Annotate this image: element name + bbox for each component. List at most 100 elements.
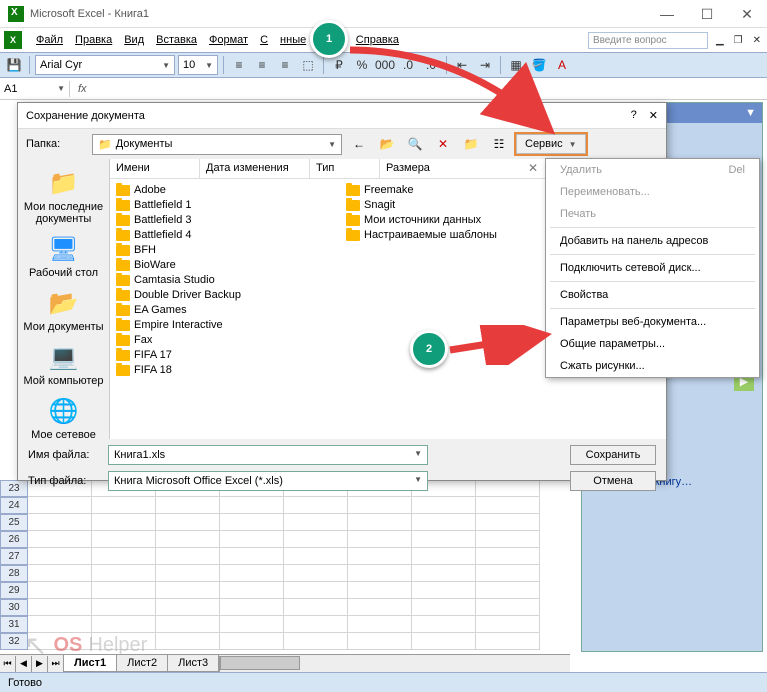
cell[interactable] xyxy=(92,582,156,599)
tab-prev-icon[interactable]: ◀ xyxy=(16,656,32,672)
dialog-help-button[interactable]: ? xyxy=(631,109,637,122)
cell[interactable] xyxy=(92,633,156,650)
place-item[interactable]: 🖥Рабочий стол xyxy=(29,233,98,279)
name-box[interactable]: A1 ▼ xyxy=(0,81,70,97)
cell[interactable] xyxy=(476,565,540,582)
cell[interactable] xyxy=(156,616,220,633)
cell[interactable] xyxy=(412,531,476,548)
menu-file[interactable]: Файл xyxy=(30,32,69,48)
file-item[interactable]: Snagit xyxy=(344,198,574,212)
file-item[interactable]: BioWare xyxy=(114,258,344,272)
header-name[interactable]: Имени xyxy=(110,159,200,178)
cell[interactable] xyxy=(220,514,284,531)
align-right-icon[interactable]: ≡ xyxy=(275,55,295,75)
maximize-button[interactable]: ☐ xyxy=(687,0,727,28)
file-item[interactable]: Adobe xyxy=(114,183,344,197)
file-item[interactable]: Battlefield 1 xyxy=(114,198,344,212)
align-center-icon[interactable]: ≡ xyxy=(252,55,272,75)
cell[interactable] xyxy=(476,633,540,650)
file-item[interactable]: Double Driver Backup xyxy=(114,288,344,302)
horizontal-scrollbar[interactable] xyxy=(219,656,570,672)
row-header[interactable]: 29 xyxy=(0,582,28,599)
cell[interactable] xyxy=(284,548,348,565)
row-header[interactable]: 28 xyxy=(0,565,28,582)
cell[interactable] xyxy=(412,548,476,565)
cell[interactable] xyxy=(156,531,220,548)
place-item[interactable]: 🌐Мое сетевое окружение xyxy=(22,395,105,439)
cell[interactable] xyxy=(348,599,412,616)
cell[interactable] xyxy=(28,616,92,633)
menu-net-drive[interactable]: Подключить сетевой диск... xyxy=(546,257,759,279)
cell[interactable] xyxy=(92,514,156,531)
cell[interactable] xyxy=(92,531,156,548)
cell[interactable] xyxy=(156,548,220,565)
place-item[interactable]: 📁Мои последние документы xyxy=(22,167,105,225)
cell[interactable] xyxy=(412,565,476,582)
file-item[interactable]: Freemake xyxy=(344,183,574,197)
sheet-tab-2[interactable]: Лист2 xyxy=(116,655,168,672)
file-item[interactable]: Battlefield 4 xyxy=(114,228,344,242)
taskpane-dropdown-icon[interactable]: ▼ xyxy=(745,107,756,119)
cell[interactable] xyxy=(220,548,284,565)
folder-select[interactable]: 📁 Документы ▼ xyxy=(92,134,342,155)
cell[interactable] xyxy=(28,599,92,616)
cell[interactable] xyxy=(476,548,540,565)
header-date[interactable]: Дата изменения xyxy=(200,159,310,178)
scroll-thumb[interactable] xyxy=(220,656,300,670)
file-item[interactable]: Camtasia Studio xyxy=(114,273,344,287)
cell[interactable] xyxy=(348,565,412,582)
merge-icon[interactable]: ⬚ xyxy=(298,55,318,75)
file-item[interactable]: BFH xyxy=(114,243,344,257)
file-item[interactable]: FIFA 17 xyxy=(114,348,344,362)
file-item[interactable]: Мои источники данных xyxy=(344,213,574,227)
cell[interactable] xyxy=(28,548,92,565)
cell[interactable] xyxy=(220,565,284,582)
worksheet-grid[interactable]: 23242526272829303132 xyxy=(0,480,570,650)
cell[interactable] xyxy=(28,633,92,650)
cell[interactable] xyxy=(156,599,220,616)
tab-next-icon[interactable]: ▶ xyxy=(32,656,48,672)
row-header[interactable]: 32 xyxy=(0,633,28,650)
menu-edit[interactable]: Правка xyxy=(69,32,118,48)
cell[interactable] xyxy=(476,599,540,616)
cell[interactable] xyxy=(348,531,412,548)
cell[interactable] xyxy=(156,582,220,599)
row-header[interactable]: 27 xyxy=(0,548,28,565)
menu-data[interactable]: нные xyxy=(274,32,312,48)
cancel-button[interactable]: Отмена xyxy=(570,471,656,491)
file-item[interactable]: Fax xyxy=(114,333,344,347)
cell[interactable] xyxy=(412,616,476,633)
menu-view[interactable]: Вид xyxy=(118,32,150,48)
doc-minimize[interactable]: ▁ xyxy=(714,33,726,48)
cell[interactable] xyxy=(28,531,92,548)
cell[interactable] xyxy=(156,633,220,650)
cell[interactable] xyxy=(92,599,156,616)
save-icon[interactable]: 💾 xyxy=(4,55,24,75)
header-type[interactable]: Тип xyxy=(310,159,380,178)
doc-restore[interactable]: ❐ xyxy=(732,33,745,48)
menu-insert[interactable]: Вставка xyxy=(150,32,203,48)
row-header[interactable]: 25 xyxy=(0,514,28,531)
excel-menu-icon[interactable]: X xyxy=(4,31,22,49)
file-item[interactable]: Battlefield 3 xyxy=(114,213,344,227)
cell[interactable] xyxy=(284,514,348,531)
cell[interactable] xyxy=(92,565,156,582)
sheet-tab-1[interactable]: Лист1 xyxy=(63,655,117,672)
cell[interactable] xyxy=(348,514,412,531)
align-left-icon[interactable]: ≡ xyxy=(229,55,249,75)
cell[interactable] xyxy=(284,582,348,599)
menu-compress[interactable]: Сжать рисунки... xyxy=(546,355,759,377)
row-header[interactable]: 30 xyxy=(0,599,28,616)
cell[interactable] xyxy=(284,565,348,582)
cell[interactable] xyxy=(348,616,412,633)
menu-web-params[interactable]: Параметры веб-документа... xyxy=(546,311,759,333)
file-item[interactable]: Настраиваемые шаблоны xyxy=(344,228,574,242)
place-item[interactable]: 📂Мои документы xyxy=(23,287,103,333)
file-item[interactable]: FIFA 18 xyxy=(114,363,344,377)
cell[interactable] xyxy=(284,616,348,633)
tab-first-icon[interactable]: ⏮ xyxy=(0,656,16,672)
cell[interactable] xyxy=(220,599,284,616)
cell[interactable] xyxy=(92,548,156,565)
cell[interactable] xyxy=(156,514,220,531)
cell[interactable] xyxy=(476,616,540,633)
